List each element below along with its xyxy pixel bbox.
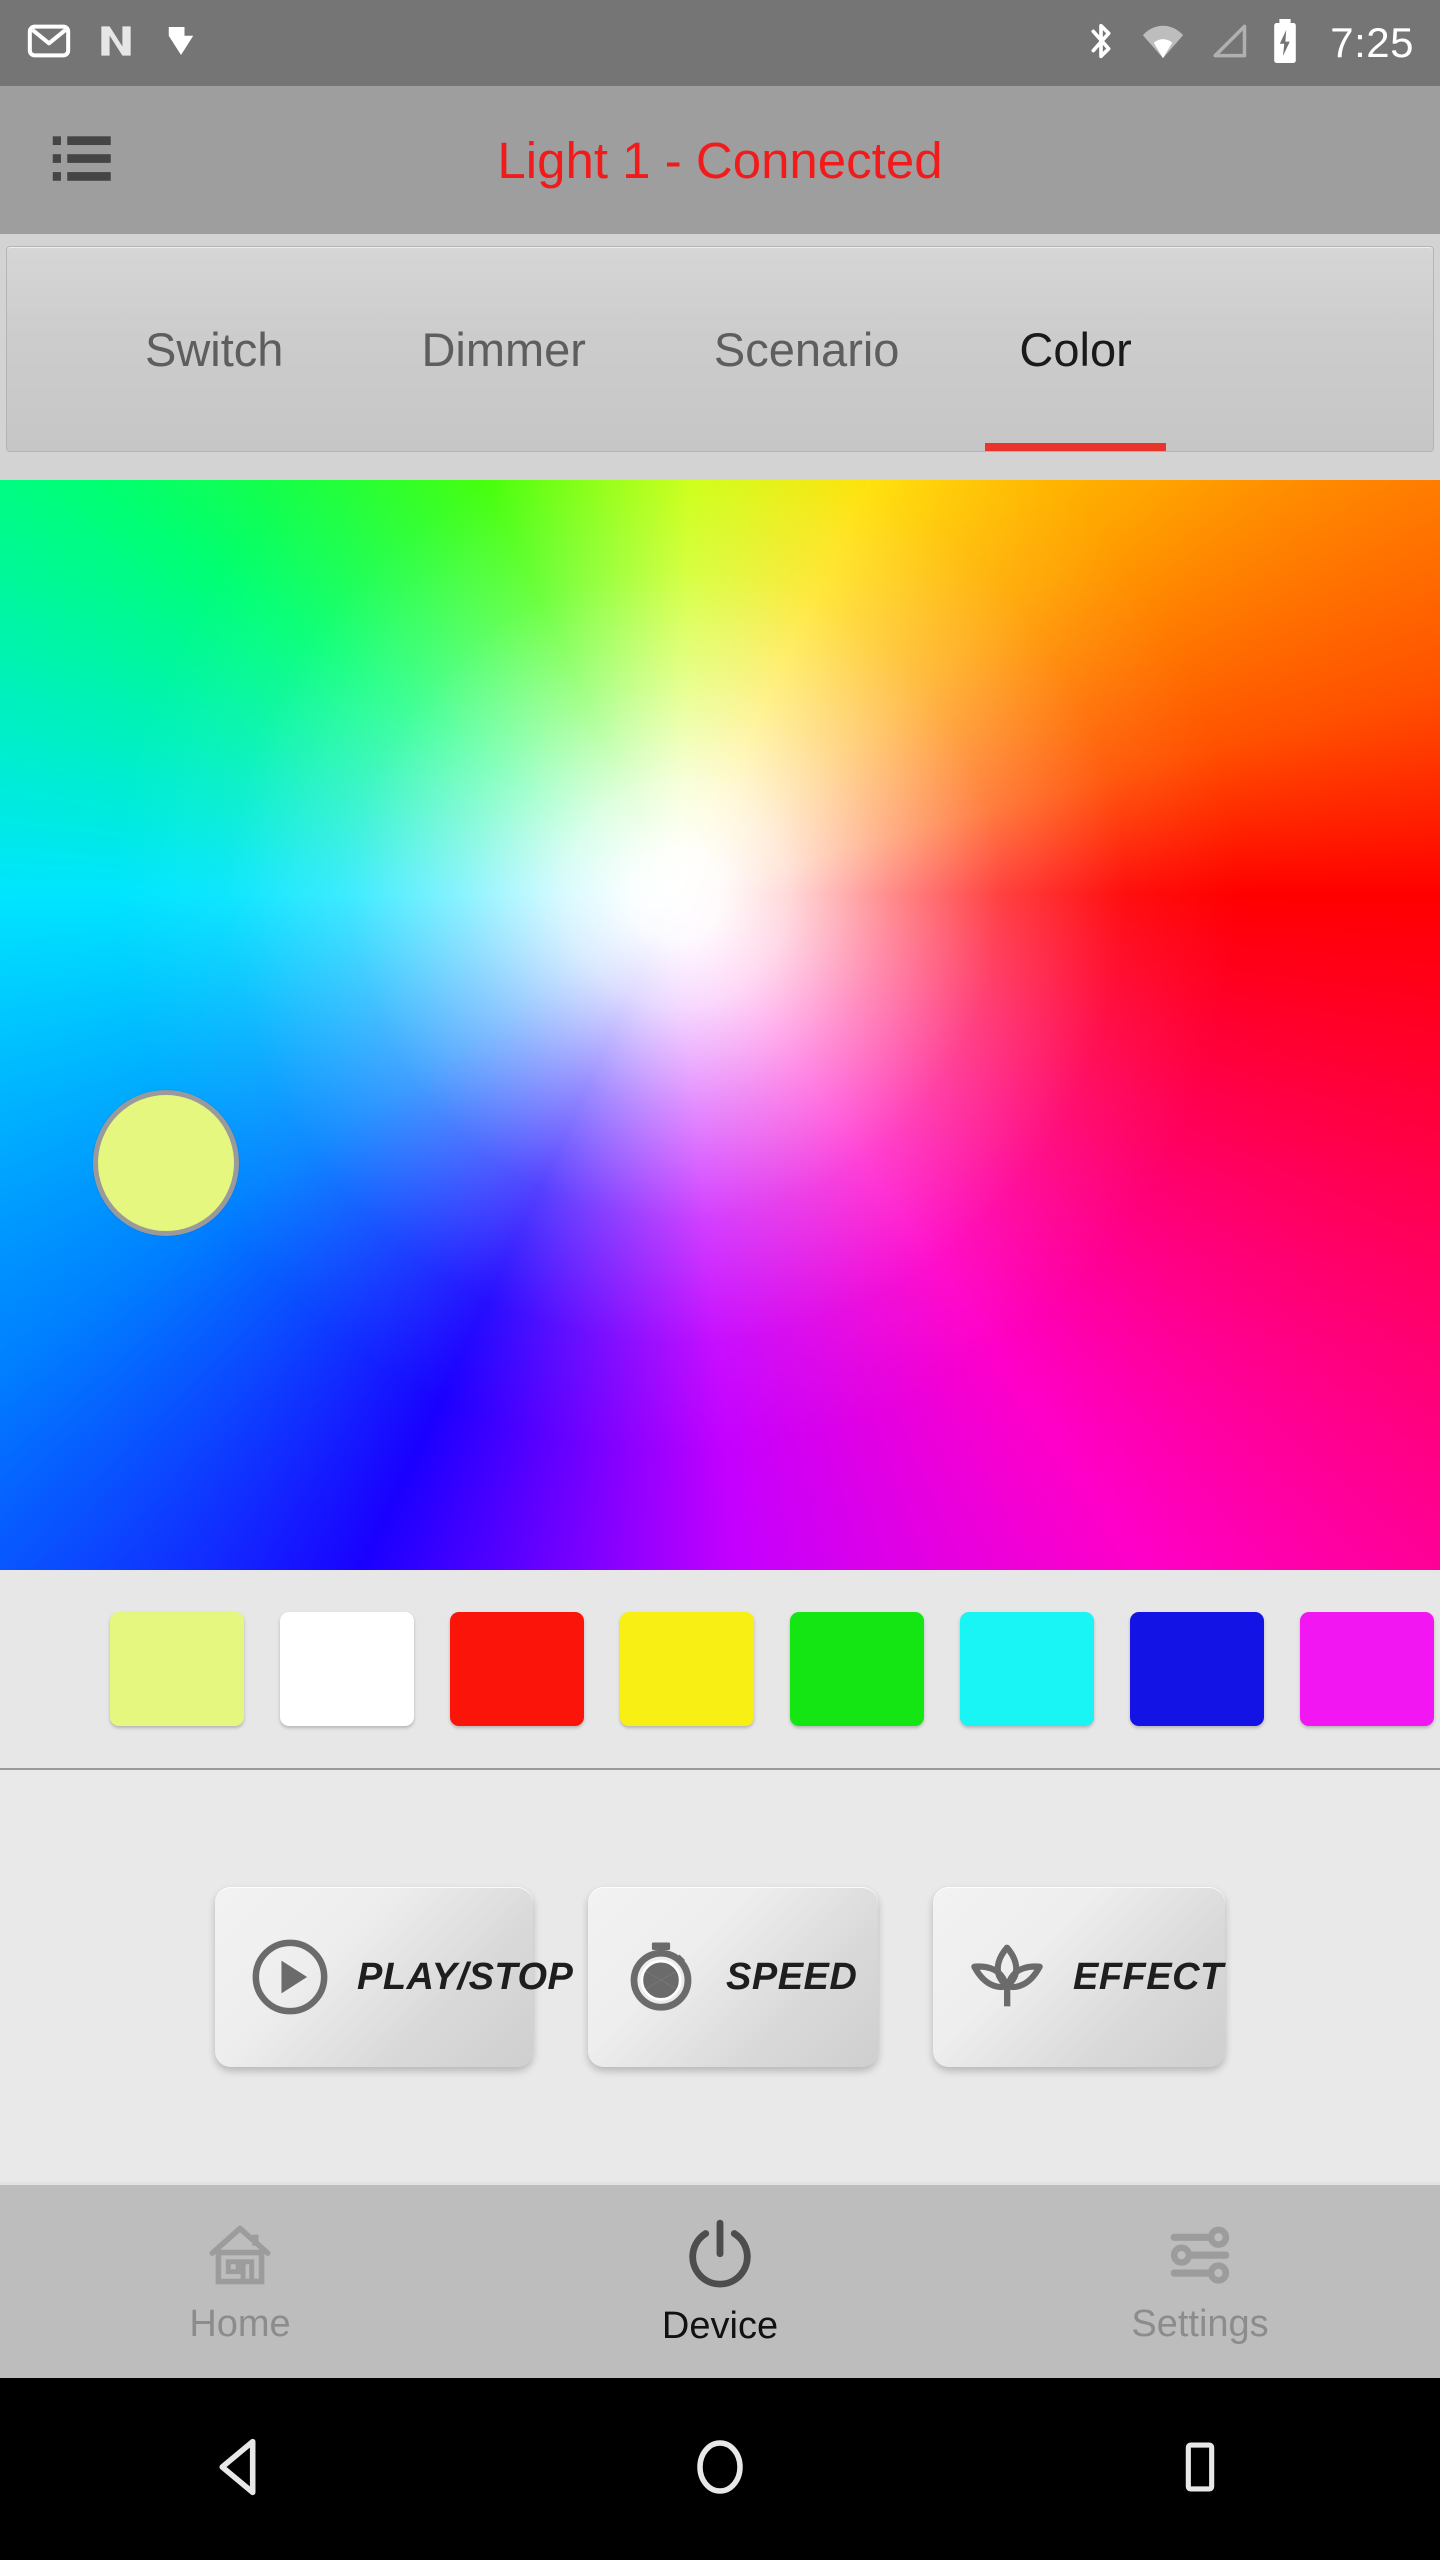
circle-home-icon bbox=[690, 2434, 750, 2505]
nav-device-label: Device bbox=[661, 2304, 779, 2347]
swatch-magenta[interactable] bbox=[1300, 1612, 1434, 1726]
tab-color[interactable]: Color bbox=[979, 247, 1171, 451]
tab-bar: Switch Dimmer Scenario Color bbox=[6, 246, 1434, 452]
status-bar: 7:25 bbox=[0, 0, 1440, 86]
tab-scenario-label: Scenario bbox=[713, 322, 900, 376]
speed-button[interactable]: SPEED bbox=[588, 1887, 878, 2067]
play-stop-label: PLAY/STOP bbox=[357, 1955, 574, 1998]
effect-label: EFFECT bbox=[1073, 1955, 1224, 1998]
color-selector-handle[interactable] bbox=[93, 1090, 239, 1236]
swatch-current[interactable] bbox=[110, 1612, 244, 1726]
color-picker-wheel[interactable] bbox=[0, 480, 1440, 1570]
app-bar: Light 1 - Connected bbox=[0, 86, 1440, 234]
tab-color-label: Color bbox=[1019, 322, 1132, 376]
android-navigation-bar bbox=[0, 2378, 1440, 2560]
stopwatch-icon bbox=[622, 1938, 700, 2016]
power-icon bbox=[681, 2216, 759, 2299]
wifi-icon bbox=[1140, 20, 1186, 67]
home-button[interactable] bbox=[640, 2414, 800, 2524]
bluetooth-icon bbox=[1082, 18, 1120, 69]
effect-button[interactable]: EFFECT bbox=[933, 1887, 1225, 2067]
back-button[interactable] bbox=[160, 2414, 320, 2524]
bottom-navigation: Home Device Settings bbox=[0, 2182, 1440, 2378]
house-icon bbox=[203, 2218, 277, 2297]
nav-item-settings[interactable]: Settings bbox=[960, 2185, 1440, 2378]
tab-dimmer-label: Dimmer bbox=[421, 322, 586, 376]
active-tab-indicator bbox=[985, 443, 1166, 451]
play-circle-icon bbox=[249, 1936, 331, 2018]
video-play-icon bbox=[160, 20, 202, 67]
battery-charging-icon bbox=[1270, 17, 1300, 70]
recents-button[interactable] bbox=[1120, 2414, 1280, 2524]
swatch-red[interactable] bbox=[450, 1612, 584, 1726]
lotus-flower-icon bbox=[967, 1937, 1047, 2017]
shade-layer bbox=[0, 480, 1440, 1570]
tab-scenario[interactable]: Scenario bbox=[674, 247, 940, 451]
gmail-icon bbox=[26, 18, 72, 69]
swatch-blue[interactable] bbox=[1130, 1612, 1264, 1726]
status-bar-clock: 7:25 bbox=[1330, 19, 1414, 66]
swatch-white[interactable] bbox=[280, 1612, 414, 1726]
list-menu-icon[interactable] bbox=[34, 105, 144, 215]
status-bar-right-icons: 7:25 bbox=[1082, 17, 1414, 70]
status-bar-left-icons bbox=[26, 18, 202, 69]
tab-switch[interactable]: Switch bbox=[105, 247, 323, 451]
swatch-yellow[interactable] bbox=[620, 1612, 754, 1726]
tab-dimmer[interactable]: Dimmer bbox=[381, 247, 625, 451]
speed-label: SPEED bbox=[726, 1955, 858, 1998]
color-swatch-row bbox=[0, 1570, 1440, 1770]
play-stop-button[interactable]: PLAY/STOP bbox=[215, 1887, 573, 2067]
signal-icon bbox=[1206, 20, 1250, 67]
swatch-cyan[interactable] bbox=[960, 1612, 1094, 1726]
triangle-back-icon bbox=[209, 2434, 271, 2505]
swatch-green[interactable] bbox=[790, 1612, 924, 1726]
tab-bar-container: Switch Dimmer Scenario Color bbox=[0, 234, 1440, 480]
square-recents-icon bbox=[1172, 2434, 1228, 2505]
nav-home-label: Home bbox=[189, 2302, 291, 2345]
page-title: Light 1 - Connected bbox=[497, 131, 943, 189]
tab-switch-label: Switch bbox=[145, 322, 284, 376]
nav-item-device[interactable]: Device bbox=[480, 2185, 960, 2378]
nav-settings-label: Settings bbox=[1131, 2302, 1269, 2345]
effect-controls-row: PLAY/STOP SPEED EFFECT bbox=[0, 1772, 1440, 2182]
android-n-icon bbox=[94, 19, 138, 68]
sliders-icon bbox=[1163, 2218, 1237, 2297]
nav-item-home[interactable]: Home bbox=[0, 2185, 480, 2378]
